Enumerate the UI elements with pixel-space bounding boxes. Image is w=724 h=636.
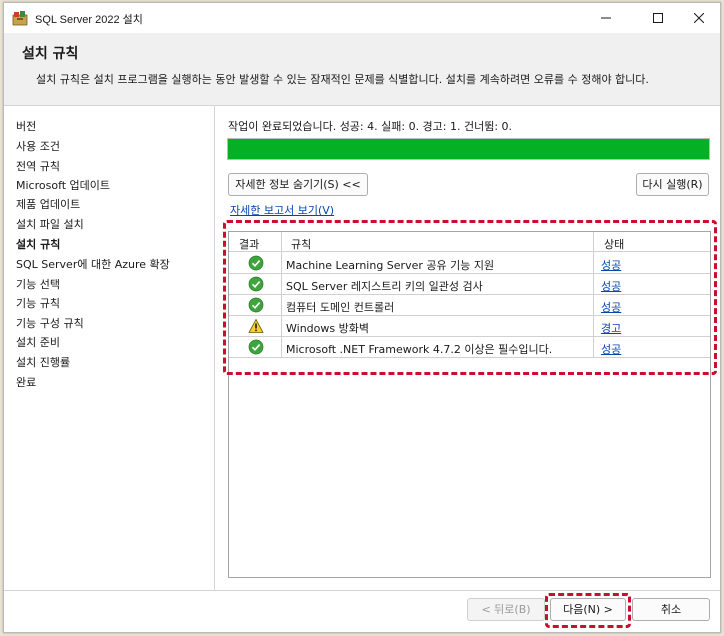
sql-server-setup-icon <box>12 11 28 26</box>
minimize-icon <box>601 17 611 19</box>
page-header: 설치 규칙 설치 규칙은 설치 프로그램을 실행하는 동안 발생할 수 있는 잠… <box>4 33 720 106</box>
next-button-highlight <box>545 593 631 628</box>
page-description: 설치 규칙은 설치 프로그램을 실행하는 동안 발생할 수 있는 잠재적인 문제… <box>36 73 649 86</box>
progress-fill <box>228 139 709 159</box>
sidebar-item-edition[interactable]: 버전 <box>16 118 36 134</box>
maximize-button[interactable] <box>635 3 681 33</box>
window-title: SQL Server 2022 설치 <box>35 14 143 26</box>
hide-details-button[interactable]: 자세한 정보 숨기기(S) << <box>228 173 368 196</box>
sidebar-item-feature-selection[interactable]: 기능 선택 <box>16 276 60 292</box>
page-title: 설치 규칙 <box>22 46 79 62</box>
sidebar-item-install-rules[interactable]: 설치 규칙 <box>16 236 60 252</box>
sidebar-item-license-terms[interactable]: 사용 조건 <box>16 138 60 154</box>
sidebar-item-azure-extension[interactable]: SQL Server에 대한 Azure 확장 <box>16 256 170 272</box>
sidebar-item-complete[interactable]: 완료 <box>16 374 36 390</box>
sidebar-nav: 버전 사용 조건 전역 규칙 Microsoft 업데이트 제품 업데이트 설치… <box>4 106 215 590</box>
progress-bar <box>227 138 710 160</box>
installer-window: SQL Server 2022 설치 설치 규칙 설치 규칙은 설치 프로그램을… <box>3 2 721 633</box>
operation-status: 작업이 완료되었습니다. 성공: 4. 실패: 0. 경고: 1. 건너뜀: 0… <box>228 120 513 133</box>
sidebar-item-global-rules[interactable]: 전역 규칙 <box>16 158 60 174</box>
minimize-button[interactable] <box>583 3 629 33</box>
title-bar[interactable]: SQL Server 2022 설치 <box>4 3 720 33</box>
sidebar-item-ready-to-install[interactable]: 설치 준비 <box>16 334 60 350</box>
back-button[interactable]: < 뒤로(B) <box>467 598 545 621</box>
sidebar-item-install-setup-files[interactable]: 설치 파일 설치 <box>16 216 84 232</box>
footer-divider <box>4 590 720 591</box>
view-detailed-report-link[interactable]: 자세한 보고서 보기(V) <box>230 202 334 218</box>
sidebar-item-install-progress[interactable]: 설치 진행률 <box>16 354 70 370</box>
cancel-button[interactable]: 취소 <box>632 598 710 621</box>
maximize-icon <box>653 13 663 23</box>
close-icon <box>693 12 705 24</box>
sidebar-item-feature-config-rules[interactable]: 기능 구성 규칙 <box>16 315 84 331</box>
rules-table-highlight <box>223 220 717 375</box>
close-button[interactable] <box>676 3 722 33</box>
sidebar-item-product-updates[interactable]: 제품 업데이트 <box>16 196 80 212</box>
sidebar-item-microsoft-update[interactable]: Microsoft 업데이트 <box>16 177 110 193</box>
sidebar-item-feature-rules[interactable]: 기능 규칙 <box>16 295 60 311</box>
rerun-button[interactable]: 다시 실행(R) <box>636 173 709 196</box>
